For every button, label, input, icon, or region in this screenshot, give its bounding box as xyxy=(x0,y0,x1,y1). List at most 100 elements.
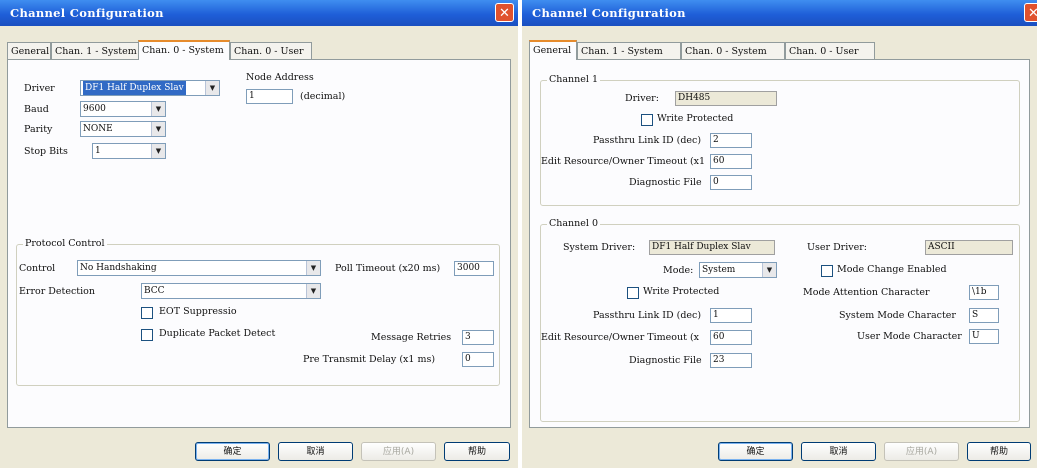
stop-bits-value: 1 xyxy=(95,146,101,156)
channel1-passthru-input[interactable]: 2 xyxy=(710,133,752,148)
user-mode-char-input[interactable]: U xyxy=(969,329,999,344)
eot-suppression-label: EOT Suppressio xyxy=(159,306,237,317)
channel1-diagnostic-label: Diagnostic File xyxy=(629,177,702,188)
baud-label: Baud xyxy=(24,104,49,115)
duplicate-packet-checkbox[interactable] xyxy=(141,329,153,341)
channel0-edit-resource-label: Edit Resource/Owner Timeout (x xyxy=(541,332,700,343)
tab-general[interactable]: General xyxy=(7,42,51,59)
tab-general[interactable]: General xyxy=(529,40,577,60)
protocol-control-group: Protocol Control Control No Handshaking … xyxy=(16,238,500,386)
driver-select[interactable]: DF1 Half Duplex Slav ▼ xyxy=(80,80,220,96)
channel0-edit-resource-input[interactable]: 60 xyxy=(710,330,752,345)
system-driver-label: System Driver: xyxy=(563,242,636,253)
stop-bits-label: Stop Bits xyxy=(24,146,68,157)
parity-value: NONE xyxy=(83,124,113,134)
mode-attention-input[interactable]: \1b xyxy=(969,285,999,300)
mode-value: System xyxy=(702,265,736,275)
driver-value: DF1 Half Duplex Slav xyxy=(83,81,186,95)
poll-timeout-label: Poll Timeout (x20 ms) xyxy=(335,263,441,274)
control-value: No Handshaking xyxy=(80,263,157,273)
channel0-group: Channel 0 System Driver: DF1 Half Duplex… xyxy=(540,218,1020,422)
tab-panel: Driver DF1 Half Duplex Slav ▼ Node Addre… xyxy=(7,59,511,428)
error-detection-value: BCC xyxy=(144,286,165,296)
channel1-driver-label: Driver: xyxy=(625,93,659,104)
channel-config-dialog-right: Channel Configuration ✕ General Chan. 1 … xyxy=(522,0,1037,468)
help-button[interactable]: 帮助 xyxy=(967,442,1031,461)
channel1-passthru-label: Passthru Link ID (dec) xyxy=(593,135,702,146)
channel1-driver-field: DH485 xyxy=(675,91,777,106)
channel-config-dialog-left: Channel Configuration ✕ General Chan. 1 … xyxy=(0,0,518,468)
cancel-button[interactable]: 取消 xyxy=(801,442,876,461)
node-address-label: Node Address xyxy=(246,72,314,83)
error-detection-label: Error Detection xyxy=(19,286,95,297)
dropdown-arrow-icon[interactable]: ▼ xyxy=(762,263,776,277)
window-title: Channel Configuration xyxy=(532,6,686,20)
dropdown-arrow-icon[interactable]: ▼ xyxy=(306,261,320,275)
channel1-diagnostic-input[interactable]: 0 xyxy=(710,175,752,190)
poll-timeout-input[interactable]: 3000 xyxy=(454,261,494,276)
apply-button[interactable]: 应用(A) xyxy=(361,442,436,461)
help-button[interactable]: 帮助 xyxy=(444,442,510,461)
tab-chan1-system[interactable]: Chan. 1 - System xyxy=(577,42,681,59)
baud-select[interactable]: 9600 ▼ xyxy=(80,101,166,117)
control-select[interactable]: No Handshaking ▼ xyxy=(77,260,321,276)
message-retries-input[interactable]: 3 xyxy=(462,330,494,345)
ok-button[interactable]: 确定 xyxy=(195,442,270,461)
error-detection-select[interactable]: BCC ▼ xyxy=(141,283,321,299)
tab-chan0-system[interactable]: Chan. 0 - System xyxy=(681,42,785,59)
mode-change-label: Mode Change Enabled xyxy=(837,264,947,275)
channel0-diagnostic-input[interactable]: 23 xyxy=(710,353,752,368)
protocol-control-title: Protocol Control xyxy=(23,238,107,249)
system-mode-char-input[interactable]: S xyxy=(969,308,999,323)
user-driver-label: User Driver: xyxy=(807,242,867,253)
mode-label: Mode: xyxy=(663,265,694,276)
tab-chan0-system[interactable]: Chan. 0 - System xyxy=(138,40,230,60)
channel1-write-protected-label: Write Protected xyxy=(657,113,734,124)
title-bar: Channel Configuration ✕ xyxy=(0,0,518,26)
channel1-title: Channel 1 xyxy=(547,74,601,85)
dropdown-arrow-icon[interactable]: ▼ xyxy=(151,102,165,116)
dropdown-arrow-icon[interactable]: ▼ xyxy=(151,144,165,158)
system-driver-field: DF1 Half Duplex Slav xyxy=(649,240,775,255)
dropdown-arrow-icon[interactable]: ▼ xyxy=(151,122,165,136)
channel1-edit-resource-input[interactable]: 60 xyxy=(710,154,752,169)
pre-transmit-label: Pre Transmit Delay (x1 ms) xyxy=(303,354,436,365)
close-icon[interactable]: ✕ xyxy=(495,3,514,22)
channel0-write-protected-label: Write Protected xyxy=(643,286,720,297)
channel0-passthru-label: Passthru Link ID (dec) xyxy=(593,310,702,321)
channel1-edit-resource-label: Edit Resource/Owner Timeout (x1 xyxy=(541,156,706,167)
eot-suppression-checkbox[interactable] xyxy=(141,307,153,319)
cancel-button[interactable]: 取消 xyxy=(278,442,353,461)
ok-button[interactable]: 确定 xyxy=(718,442,793,461)
parity-label: Parity xyxy=(24,124,53,135)
stop-bits-select[interactable]: 1 ▼ xyxy=(92,143,166,159)
node-address-input[interactable]: 1 xyxy=(246,89,293,104)
duplicate-packet-label: Duplicate Packet Detect xyxy=(159,328,276,339)
tab-chan1-system[interactable]: Chan. 1 - System xyxy=(51,42,139,59)
channel1-write-protected-checkbox[interactable] xyxy=(641,114,653,126)
window-title: Channel Configuration xyxy=(10,6,164,20)
apply-button[interactable]: 应用(A) xyxy=(884,442,959,461)
driver-label: Driver xyxy=(24,83,55,94)
channel0-passthru-input[interactable]: 1 xyxy=(710,308,752,323)
mode-attention-label: Mode Attention Character xyxy=(803,287,930,298)
parity-select[interactable]: NONE ▼ xyxy=(80,121,166,137)
control-label: Control xyxy=(19,263,56,274)
user-driver-field: ASCII xyxy=(925,240,1013,255)
mode-select[interactable]: System ▼ xyxy=(699,262,777,278)
system-mode-char-label: System Mode Character xyxy=(839,310,956,321)
mode-change-checkbox[interactable] xyxy=(821,265,833,277)
baud-value: 9600 xyxy=(83,104,106,114)
tab-panel: Channel 1 Driver: DH485 Write Protected … xyxy=(529,59,1030,428)
tab-chan0-user[interactable]: Chan. 0 - User xyxy=(785,42,875,59)
channel0-write-protected-checkbox[interactable] xyxy=(627,287,639,299)
title-bar: Channel Configuration ✕ xyxy=(522,0,1037,26)
channel1-group: Channel 1 Driver: DH485 Write Protected … xyxy=(540,74,1020,206)
close-icon[interactable]: ✕ xyxy=(1024,3,1037,22)
message-retries-label: Message Retries xyxy=(371,332,452,343)
user-mode-char-label: User Mode Character xyxy=(857,331,962,342)
dropdown-arrow-icon[interactable]: ▼ xyxy=(205,81,219,95)
dropdown-arrow-icon[interactable]: ▼ xyxy=(306,284,320,298)
tab-chan0-user[interactable]: Chan. 0 - User xyxy=(230,42,312,59)
pre-transmit-input[interactable]: 0 xyxy=(462,352,494,367)
